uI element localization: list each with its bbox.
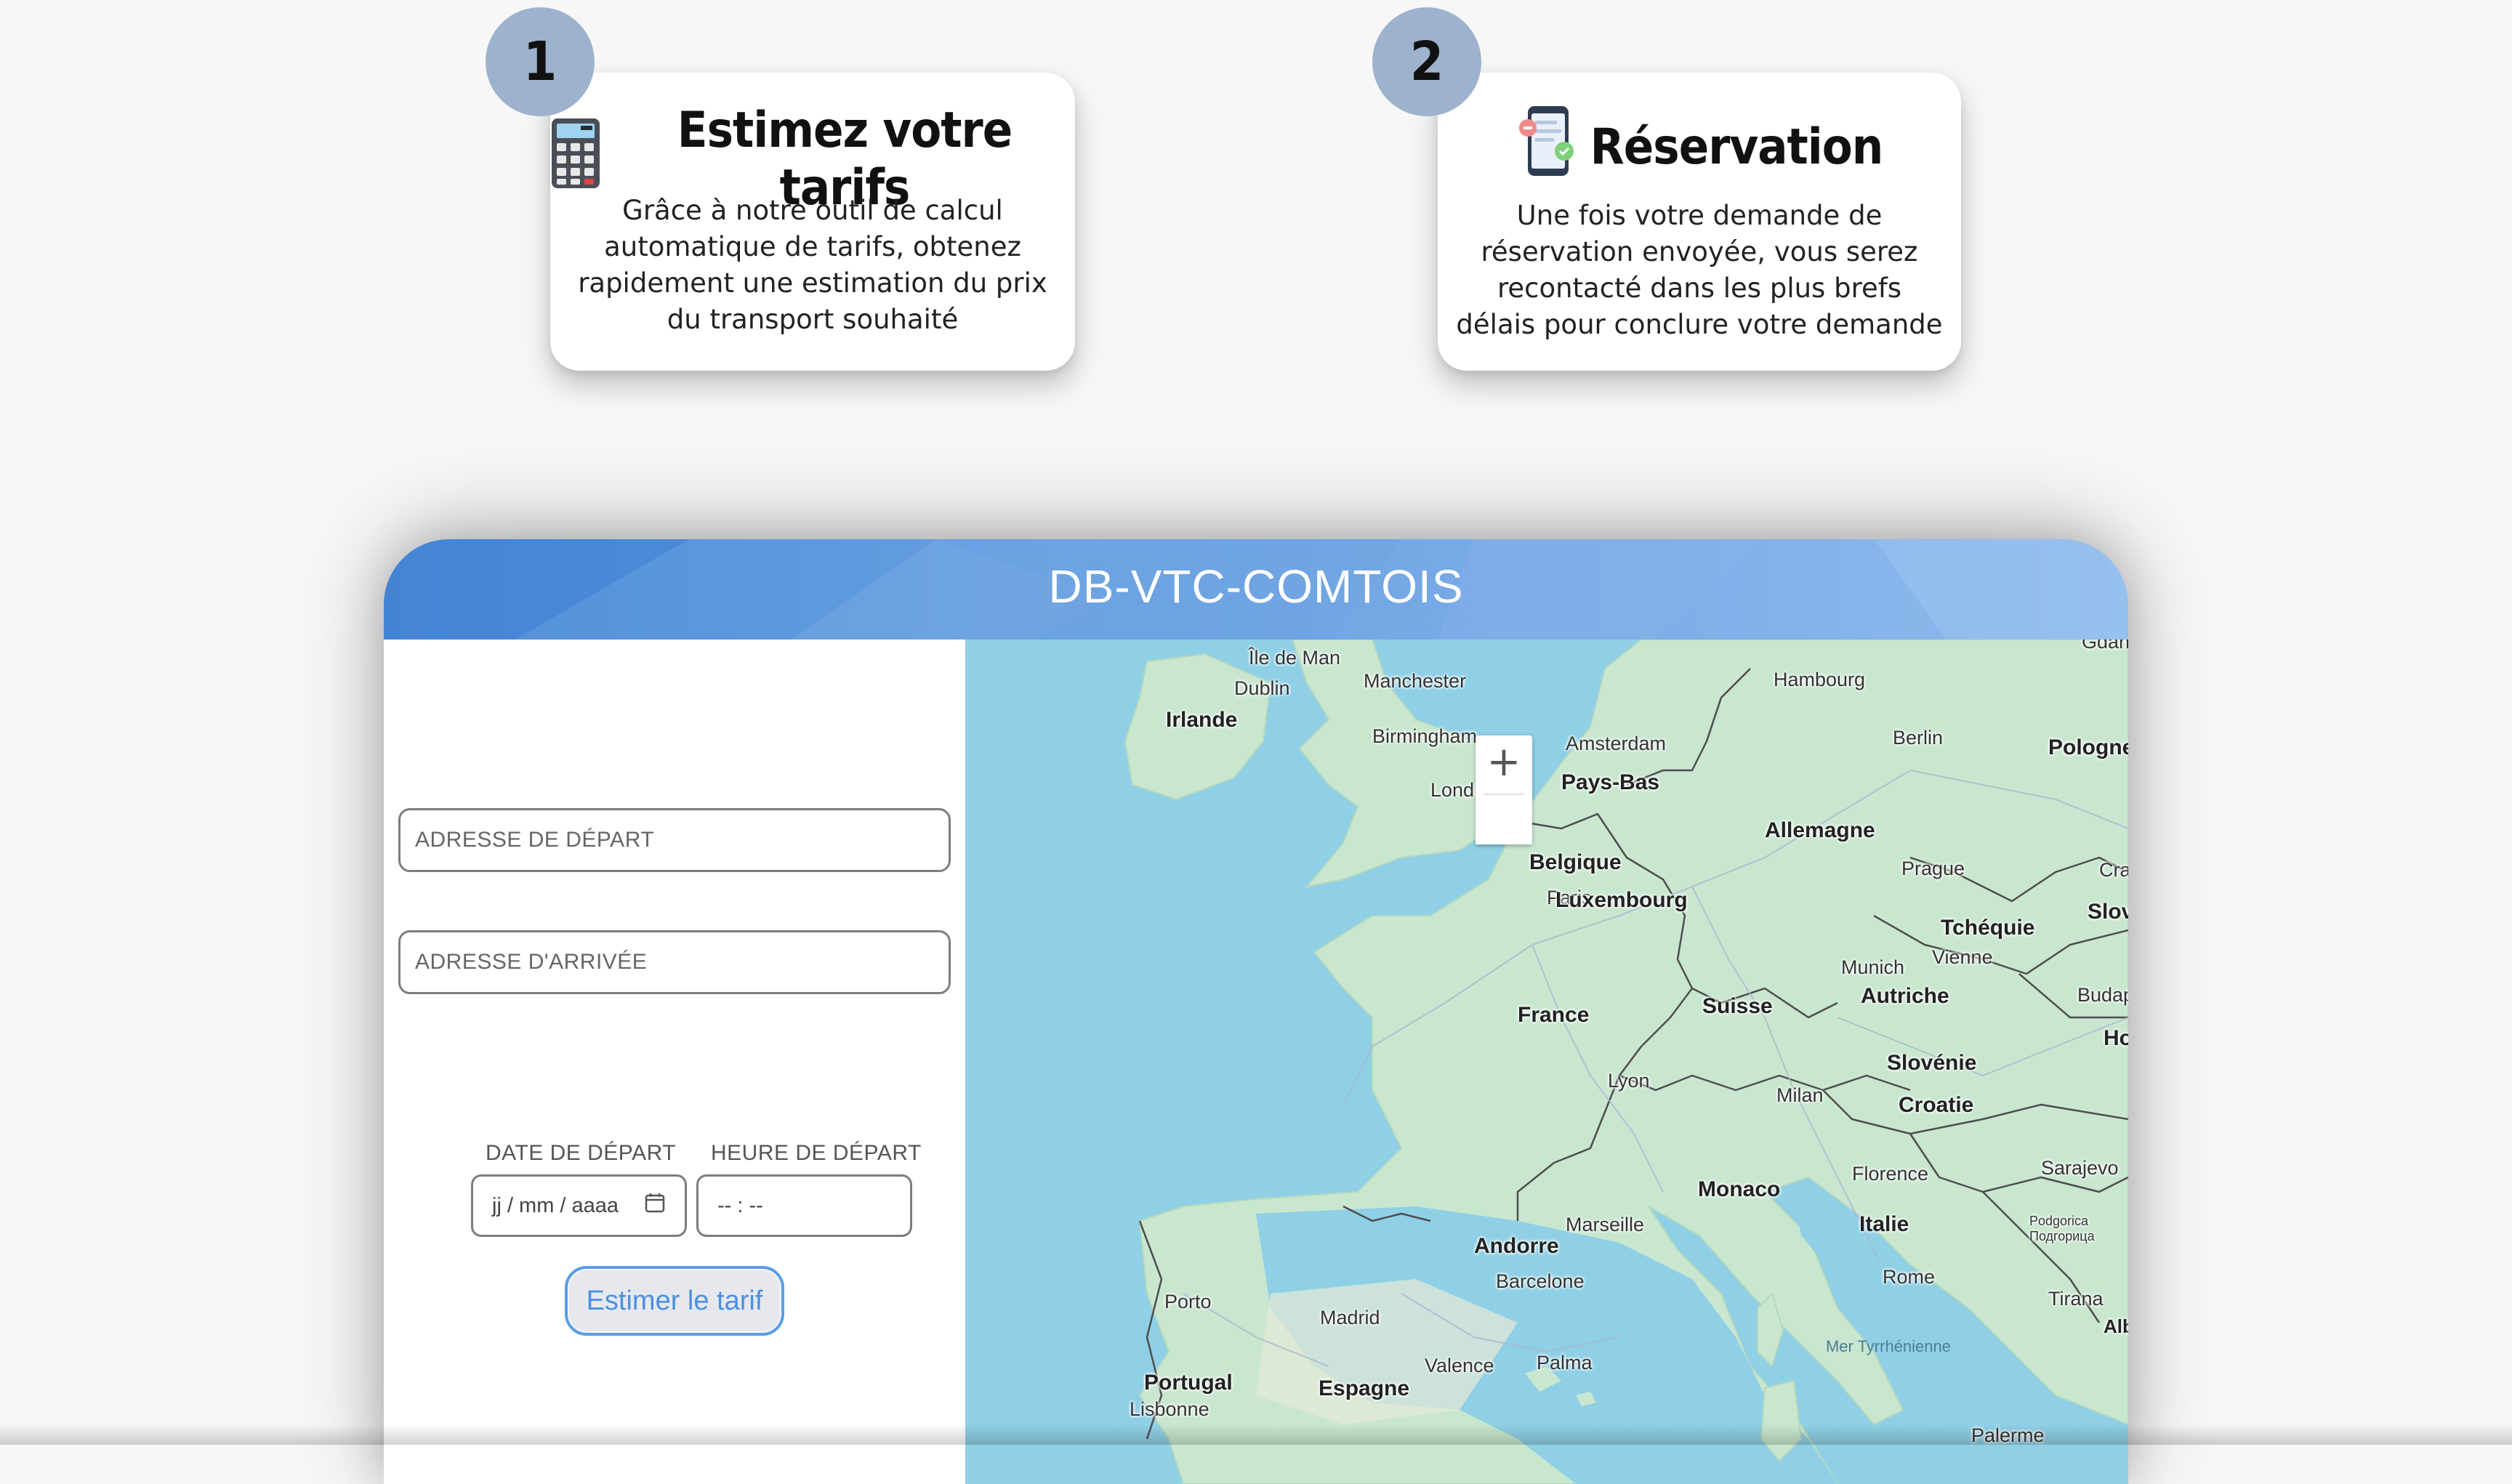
map-city-label: Tirana bbox=[2048, 1288, 2104, 1310]
fare-estimator-widget: DB-VTC-COMTOIS DATE DE DÉPART HEURE DE D… bbox=[384, 539, 2128, 1484]
map-city-label: Amsterdam bbox=[1566, 733, 1667, 754]
map-country-label: Andorre bbox=[1474, 1234, 1559, 1258]
map-country-label: Monaco bbox=[1698, 1177, 1781, 1201]
step-description: Une fois votre demande de réservation en… bbox=[1456, 200, 1943, 340]
map-city-label: Crac bbox=[2099, 859, 2128, 881]
booking-form: DATE DE DÉPART HEURE DE DÉPART jj / mm /… bbox=[384, 640, 965, 1484]
step-description: Grâce à notre outil de calcul automatiqu… bbox=[578, 195, 1047, 335]
map-city-label: Berlin bbox=[1893, 727, 1944, 749]
time-placeholder: -- : -- bbox=[717, 1193, 763, 1217]
plus-icon: + bbox=[1486, 738, 1521, 786]
map-country-label: Espagne bbox=[1319, 1376, 1410, 1400]
map-city-label: Gdańsk bbox=[2082, 640, 2128, 653]
map-city-label: Palma bbox=[1537, 1352, 1593, 1374]
step-number-badge: 2 bbox=[1372, 7, 1481, 116]
departure-time-label: HEURE DE DÉPART bbox=[711, 1141, 922, 1165]
map-city-label: Milan bbox=[1776, 1084, 1824, 1106]
map-country-label: Luxembourg bbox=[1555, 888, 1688, 912]
estimate-fare-button[interactable]: Estimer le tarif bbox=[565, 1266, 784, 1336]
map-country-label: Autriche bbox=[1861, 984, 1949, 1008]
arrival-address-input[interactable] bbox=[398, 930, 951, 994]
map-country-label: Irlande bbox=[1166, 708, 1238, 732]
map-country-label: Suisse bbox=[1702, 994, 1773, 1018]
map-city-label: Île de Man bbox=[1249, 647, 1341, 669]
step-number-badge: 1 bbox=[486, 7, 595, 116]
map-city-label: Dublin bbox=[1234, 677, 1290, 699]
map-country-label: Croatie bbox=[1899, 1093, 1974, 1117]
map-city-label: Sarajevo bbox=[2041, 1157, 2119, 1179]
map-country-label: Alban bbox=[2104, 1315, 2128, 1337]
map-city-label: Prague bbox=[1901, 858, 1965, 879]
map-country-label: Tchéquie bbox=[1941, 916, 2035, 940]
map-zoom-in-button[interactable]: + bbox=[1476, 735, 1532, 844]
map-city-label: Manchester bbox=[1364, 670, 1467, 692]
step-title-row: Réservation bbox=[1438, 103, 1961, 191]
map-city-label: Birmingham bbox=[1372, 725, 1478, 747]
map-city-label: Madrid bbox=[1320, 1307, 1380, 1328]
map-city-label: Barcelone bbox=[1496, 1270, 1585, 1292]
map-city-label: Budape bbox=[2077, 984, 2128, 1006]
map-country-label: Slovaq bbox=[2088, 900, 2128, 924]
phone-booking-icon bbox=[1516, 103, 1577, 191]
map-city-label: Podgorica Подгорица bbox=[2029, 1214, 2095, 1243]
map-country-label: Pologne bbox=[2048, 735, 2128, 759]
widget-header: DB-VTC-COMTOIS bbox=[384, 539, 2128, 640]
map-country-label: Portugal bbox=[1144, 1371, 1233, 1395]
map-city-label: Hambourg bbox=[1774, 669, 1866, 690]
zoom-divider bbox=[1484, 794, 1523, 795]
map-city-label: Rome bbox=[1883, 1266, 1936, 1288]
date-placeholder: jj / mm / aaaa bbox=[492, 1193, 619, 1217]
step-card-reservation: Réservation Une fois votre demande de ré… bbox=[1438, 73, 1961, 371]
map-country-label: Pays-Bas bbox=[1561, 770, 1660, 794]
departure-address-input[interactable] bbox=[398, 808, 951, 872]
map-city-label: Marseille bbox=[1566, 1214, 1645, 1235]
map-country-label: Hong bbox=[2104, 1026, 2128, 1050]
calculator-icon bbox=[550, 117, 601, 202]
step-title: Réservation bbox=[1590, 118, 1884, 176]
map-city-label: Porto bbox=[1164, 1291, 1212, 1312]
map-city-label: Florence bbox=[1852, 1163, 1929, 1185]
map-city-label: Lisbonne bbox=[1130, 1398, 1209, 1420]
widget-title: DB-VTC-COMTOIS bbox=[1048, 560, 1464, 613]
map-country-label: Allemagne bbox=[1765, 818, 1875, 842]
map-country-label: Italie bbox=[1859, 1212, 1909, 1236]
departure-date-label: DATE DE DÉPART bbox=[486, 1141, 677, 1165]
map-country-label: France bbox=[1518, 1003, 1590, 1027]
map-city-label: Vienne bbox=[1932, 946, 1993, 968]
map-city-label: Munich bbox=[1841, 956, 1905, 978]
map-country-label: Belgique bbox=[1529, 850, 1622, 874]
map-city-label: Valence bbox=[1425, 1355, 1494, 1376]
step-card-estimate: Estimez votre tarifs Grâce à notre outil… bbox=[550, 73, 1075, 371]
map-sea-label: Mer Tyrrhénienne bbox=[1825, 1337, 1951, 1355]
map-country-label: Slovénie bbox=[1887, 1051, 1977, 1075]
map-city-label: Lyon bbox=[1608, 1070, 1650, 1092]
map-view[interactable]: Île de Man Dublin Manchester Birmingham … bbox=[965, 640, 2128, 1484]
calendar-icon[interactable] bbox=[644, 1192, 666, 1219]
departure-time-input[interactable]: -- : -- bbox=[696, 1174, 912, 1237]
departure-date-input[interactable]: jj / mm / aaaa bbox=[471, 1174, 687, 1237]
map-city-label: Palerme bbox=[1971, 1424, 2045, 1446]
